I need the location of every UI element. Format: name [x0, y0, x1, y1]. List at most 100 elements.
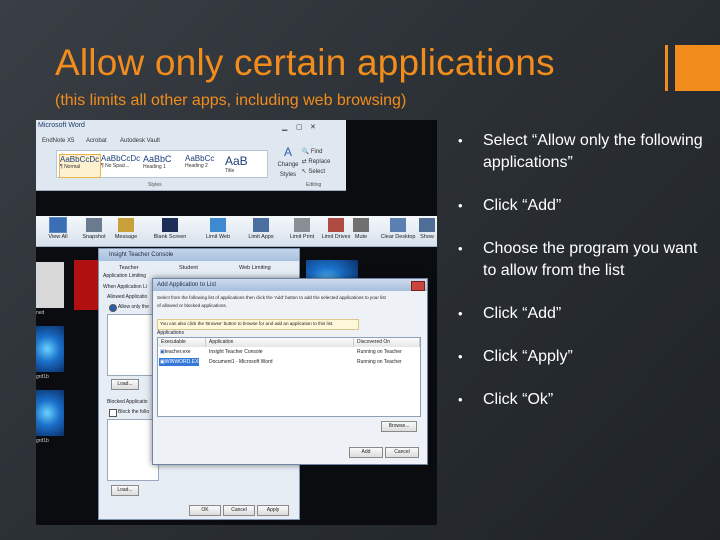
student-thumbnail[interactable]	[36, 262, 64, 308]
section-label: Application Limiting	[103, 273, 147, 279]
list-item: • Click “Ok”	[458, 389, 708, 411]
minimize-icon[interactable]: ▁	[282, 123, 287, 131]
apply-button[interactable]: Apply	[257, 505, 289, 516]
style-heading-1[interactable]: AaBbC Heading 1	[143, 154, 183, 176]
change-styles-label: Change Styles	[277, 162, 299, 178]
cancel-button[interactable]: Cancel	[223, 505, 255, 516]
grid-icon	[49, 217, 67, 233]
apps-icon	[253, 218, 269, 232]
row-executable: ▣teacher.exe	[160, 349, 191, 355]
close-icon[interactable]: ✕	[310, 123, 316, 131]
thumbnail-label: grd1b	[36, 438, 49, 444]
mute-button[interactable]: Mute	[346, 218, 376, 240]
instructions-line-2: of allowed or blocked applications.	[157, 303, 227, 308]
maximize-icon[interactable]: ▢	[296, 123, 303, 131]
load-button[interactable]: Load...	[111, 379, 139, 390]
style-sample: AaB	[225, 154, 248, 168]
bullet-text: Select “Allow only the following applica…	[483, 132, 703, 171]
student-thumbnail[interactable]	[36, 326, 64, 372]
list-item: • Choose the program you want to allow fr…	[458, 238, 708, 282]
change-styles-button[interactable]: A Change Styles	[276, 145, 300, 180]
monitor-icon	[162, 218, 178, 232]
blank-screen-button[interactable]: Blank Screen	[150, 218, 190, 240]
add-application-dialog: Add Application to List Select from the …	[152, 278, 428, 465]
instruction-list: • Select “Allow only the following applic…	[458, 130, 708, 432]
row-application: Document1 - Microsoft Word	[209, 359, 273, 365]
bullet-text: Click “Ok”	[483, 391, 554, 408]
bullet-text: Click “Apply”	[483, 348, 573, 365]
style-name: Heading 2	[185, 163, 208, 169]
message-icon	[118, 218, 134, 232]
limit-apps-button[interactable]: Limit Apps	[241, 218, 281, 240]
printer-icon	[294, 218, 310, 232]
row-discovered-on: Running on Teacher	[357, 359, 402, 365]
view-all-button[interactable]: View All	[38, 217, 78, 240]
word-title: Microsoft Word	[38, 122, 85, 129]
add-button[interactable]: Add	[349, 447, 383, 458]
block-checkbox[interactable]	[109, 409, 117, 417]
show-icon	[419, 218, 435, 232]
style-sample: AaBbCcDc	[60, 155, 100, 164]
student-thumbnails: ned grd1b grd1b	[36, 260, 76, 525]
ok-button[interactable]: OK	[189, 505, 221, 516]
style-name: ¶ Normal	[60, 164, 81, 170]
slide-subtitle: (this limits all other apps, including w…	[55, 92, 407, 109]
group-label-styles: Styles	[148, 182, 162, 188]
tab-teacher[interactable]: Teacher	[119, 265, 139, 271]
style-sample: AaBbCc	[185, 154, 215, 163]
replace-icon: ⇄	[301, 159, 307, 165]
blocked-label: Blocked Applicatio	[107, 399, 148, 405]
find-button[interactable]: 🔍 Find	[302, 149, 323, 155]
bullet-icon: •	[458, 198, 463, 213]
camera-icon	[86, 218, 102, 232]
row-discovered-on: Running on Teacher	[357, 349, 402, 355]
bullet-text: Click “Add”	[483, 305, 562, 322]
browse-button[interactable]: Browse...	[381, 421, 417, 432]
tab-student[interactable]: Student	[179, 265, 198, 271]
toolbar-label: Mute	[354, 234, 368, 240]
style-title[interactable]: AaB Title	[225, 154, 265, 176]
allowed-label: Allowed Applicatio	[107, 294, 148, 300]
tab-web-limiting[interactable]: Web Limiting	[239, 265, 271, 271]
styles-gallery: AaBbCcDc ¶ Normal AaBbCcDc ¶ No Spaci... A…	[56, 150, 268, 178]
allow-only-radio[interactable]	[109, 304, 117, 312]
toolbar-label: Limit Web	[205, 234, 231, 240]
group-label-editing: Editing	[306, 182, 322, 188]
column-header-executable[interactable]: Executable	[158, 338, 206, 347]
column-header-application[interactable]: Application	[206, 338, 354, 347]
toolbar-label: Message	[114, 234, 138, 240]
bullet-icon: •	[458, 306, 463, 321]
select-button[interactable]: ↖ Select	[302, 169, 325, 175]
message-button[interactable]: Message	[106, 218, 146, 240]
style-normal[interactable]: AaBbCcDc ¶ Normal	[59, 154, 101, 178]
column-header-discovered-on[interactable]: Discovered On	[354, 338, 420, 347]
clear-desktop-button[interactable]: Clear Desktop	[378, 218, 418, 240]
editing-group: A Change Styles 🔍 Find ⇄ Replace ↖ Select	[276, 145, 344, 180]
toolbar-label: Clear Desktop	[380, 234, 416, 240]
change-styles-icon: A	[283, 145, 292, 159]
show-button[interactable]: Show	[416, 218, 437, 240]
style-sample: AaBbCcDc	[101, 154, 141, 163]
replace-button[interactable]: ⇄ Replace	[302, 159, 331, 165]
student-thumbnail[interactable]	[36, 390, 64, 436]
find-icon: 🔍	[301, 149, 310, 155]
toolbar-label: Snapshot	[82, 234, 106, 240]
style-no-spacing[interactable]: AaBbCcDc ¶ No Spaci...	[101, 154, 141, 176]
limit-web-button[interactable]: Limit Web	[198, 218, 238, 240]
tab-autodesk-vault[interactable]: Autodesk Vault	[120, 138, 160, 144]
load-button-2[interactable]: Load...	[111, 485, 139, 496]
style-heading-2[interactable]: AaBbCc Heading 2	[185, 154, 225, 176]
bullet-icon: •	[458, 133, 463, 148]
mute-icon	[353, 218, 369, 232]
desktop-icon	[390, 218, 406, 232]
info-text: You can also click the 'Browse' button t…	[160, 321, 334, 326]
thumbnail-label: ned	[36, 310, 45, 316]
row-executable-text: teacher.exe	[164, 349, 191, 355]
dialog-close-icon[interactable]	[411, 281, 425, 291]
tab-acrobat[interactable]: Acrobat	[86, 138, 107, 144]
add-dialog-cancel-button[interactable]: Cancel	[385, 447, 419, 458]
tab-endnote[interactable]: EndNote X5	[42, 138, 74, 144]
bullet-text: Choose the program you want to allow fro…	[483, 240, 698, 279]
word-ribbon: Microsoft Word ▁ ▢ ✕ EndNote X5 Acrobat …	[36, 120, 346, 191]
bullet-icon: •	[458, 392, 463, 407]
